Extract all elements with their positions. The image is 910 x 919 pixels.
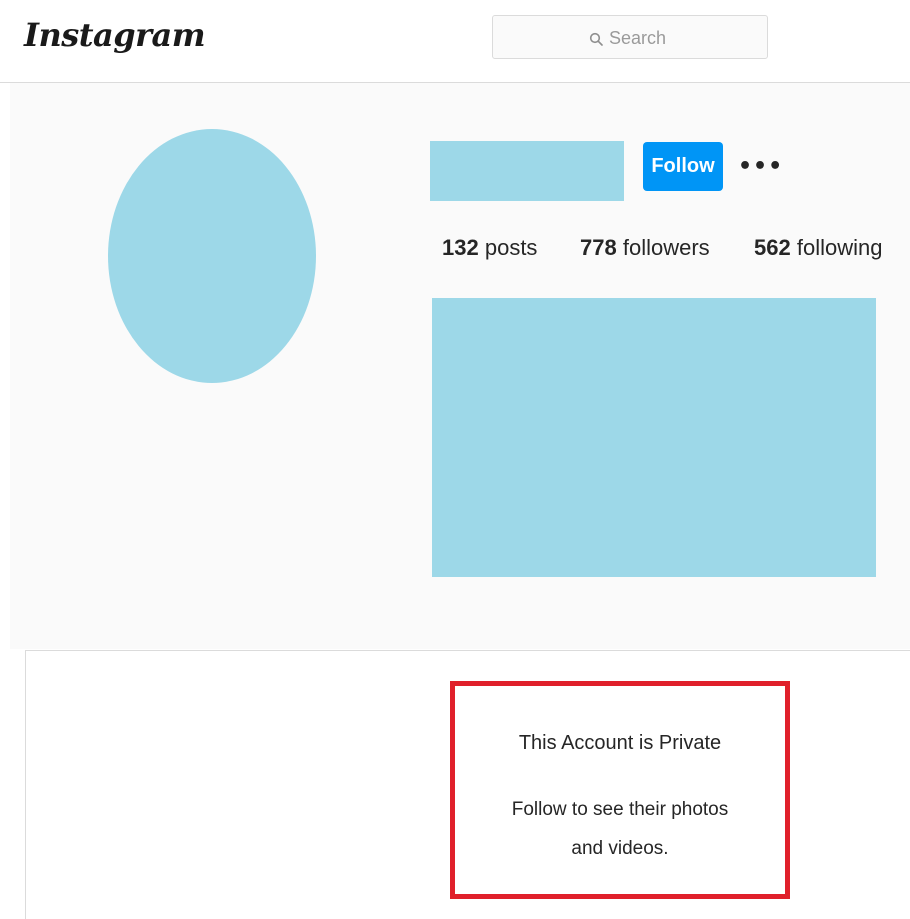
profile-stats: 132 posts 778 followers 562 following <box>442 235 892 267</box>
followers-count-stat[interactable]: 778 followers <box>580 235 710 261</box>
posts-count-stat: 132 posts <box>442 235 537 261</box>
top-navigation-bar: Instagram <box>0 0 910 83</box>
instagram-logo[interactable]: Instagram <box>24 16 206 54</box>
followers-label: followers <box>622 235 710 260</box>
private-account-description: Follow to see their photos and videos. <box>511 799 729 859</box>
following-count: 562 <box>754 235 791 260</box>
more-options-icon[interactable]: ••• <box>738 149 782 183</box>
follow-button[interactable]: Follow <box>643 142 723 191</box>
profile-header: Follow ••• 132 posts 778 followers 562 f… <box>10 83 910 649</box>
username-placeholder <box>430 141 624 201</box>
following-label: following <box>796 235 883 260</box>
profile-avatar-placeholder <box>108 129 316 383</box>
following-count-stat[interactable]: 562 following <box>754 235 882 261</box>
search-box[interactable] <box>492 15 768 59</box>
search-input[interactable] <box>609 28 729 49</box>
search-inner <box>589 28 729 49</box>
private-account-title: This Account is Private <box>518 732 722 754</box>
bio-placeholder <box>432 298 876 577</box>
search-icon <box>589 32 603 46</box>
private-notice-highlight: This Account is Private Follow to see th… <box>450 681 790 899</box>
posts-label: posts <box>484 235 538 260</box>
private-account-section: This Account is Private Follow to see th… <box>25 650 910 919</box>
followers-count: 778 <box>580 235 617 260</box>
posts-count: 132 <box>442 235 479 260</box>
